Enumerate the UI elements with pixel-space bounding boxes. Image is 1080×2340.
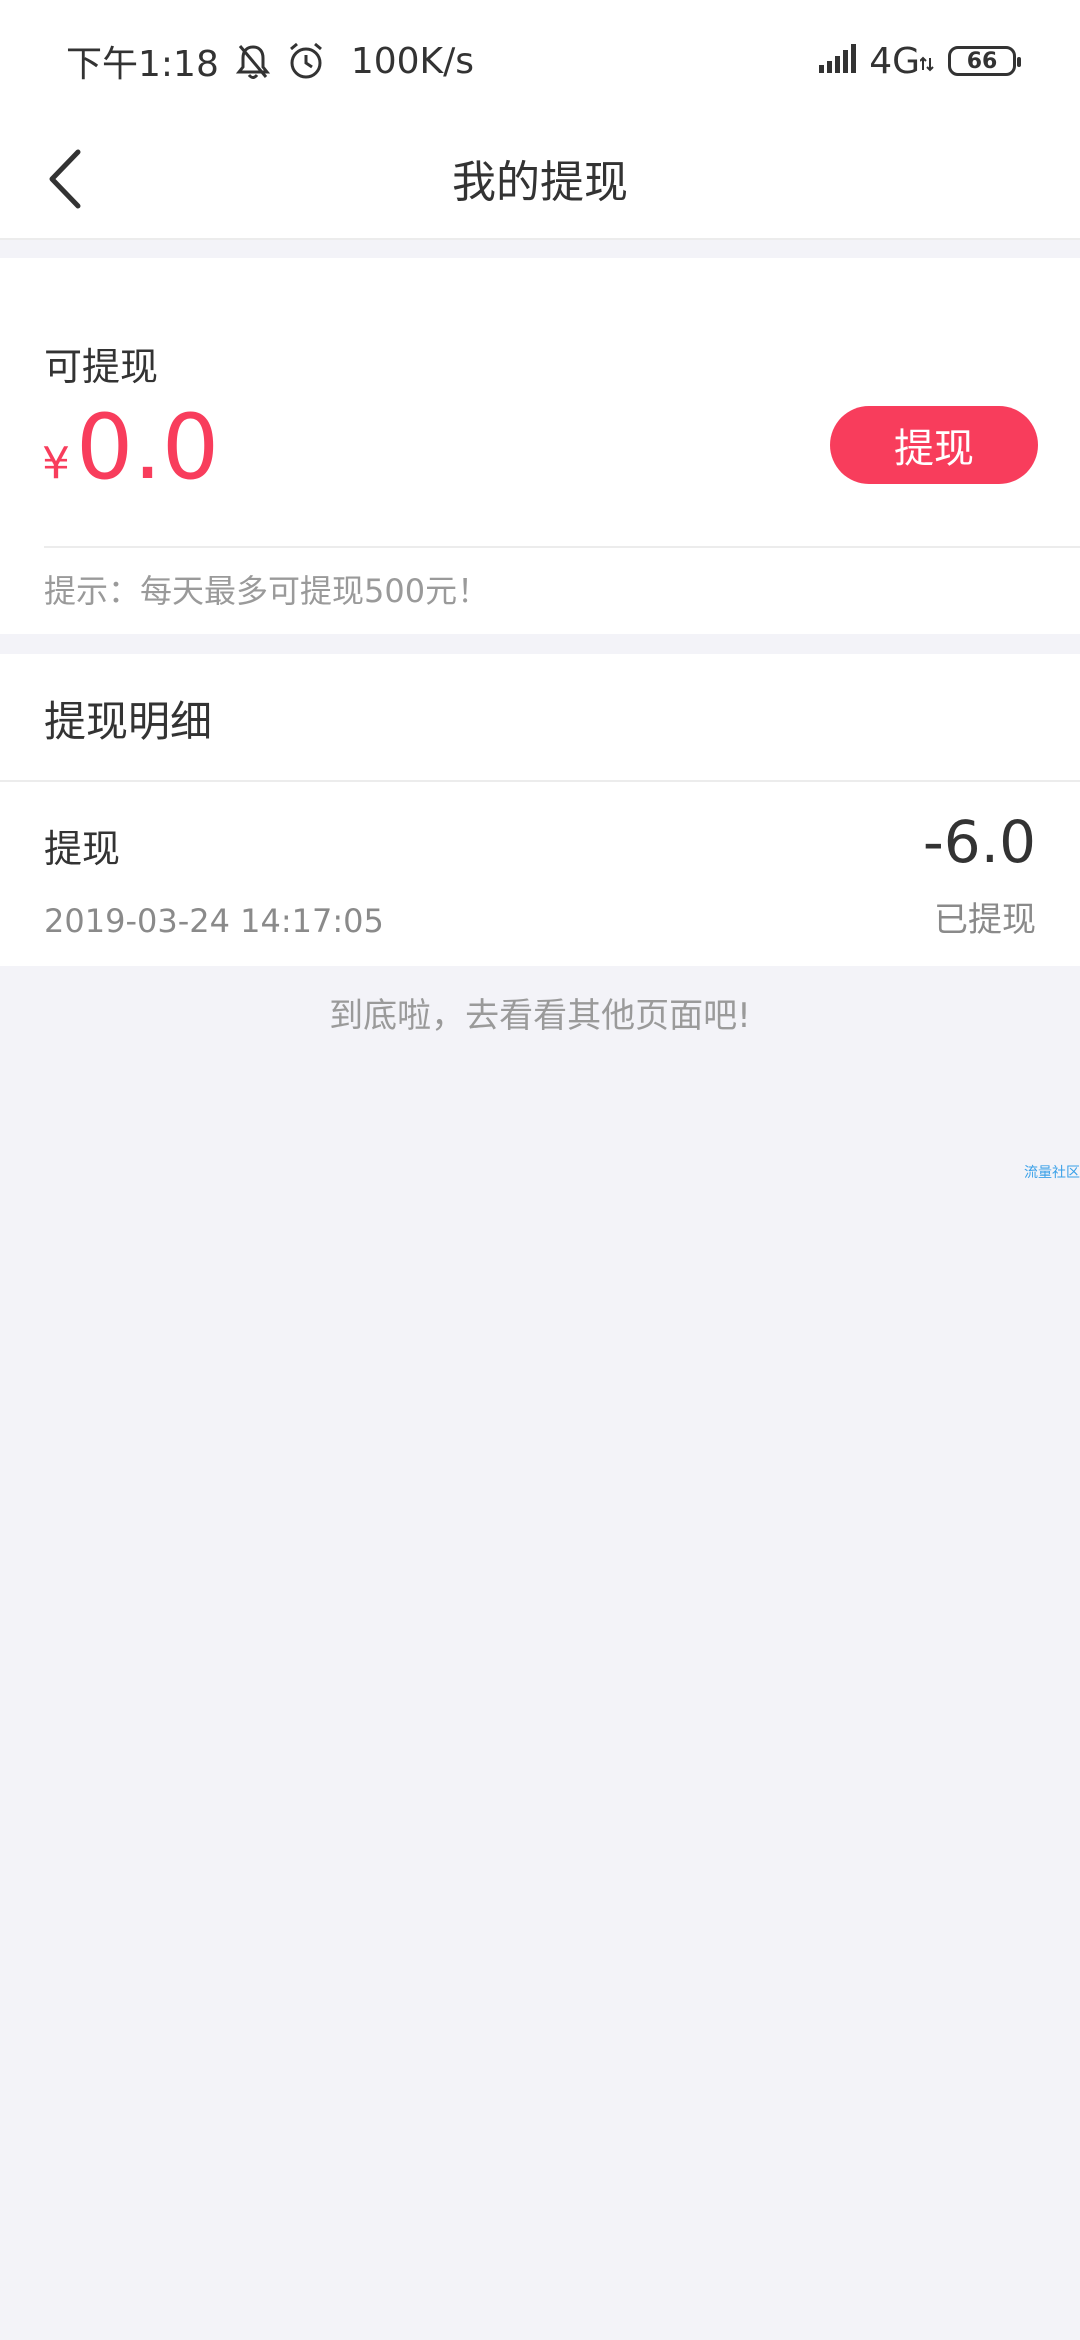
currency-symbol: ¥ <box>42 438 70 489</box>
status-bar: 下午1:18 100K/s 4G 66 <box>0 0 1080 118</box>
bell-muted-icon <box>235 41 271 81</box>
balance-value: 0.0 <box>76 395 220 500</box>
withdraw-tip: 提示：每天最多可提现500元！ <box>44 572 490 610</box>
list-item[interactable]: 提现 2019-03-24 14:17:05 -6.0 已提现 <box>0 782 1080 966</box>
divider <box>44 546 1080 548</box>
status-time: 下午1:18 <box>66 44 219 85</box>
signal-icon <box>819 41 861 82</box>
status-right: 4G 66 <box>819 36 1021 86</box>
balance-card: 可提现 ¥ 0.0 提现 提示：每天最多可提现500元！ <box>0 258 1080 634</box>
record-name: 提现 <box>44 827 121 871</box>
network-label: 4G <box>869 40 920 82</box>
record-status: 已提现 <box>934 900 1036 940</box>
data-arrows-icon <box>920 56 934 72</box>
battery-icon: 66 <box>948 46 1021 76</box>
status-left: 下午1:18 100K/s <box>66 36 474 86</box>
record-amount: -6.0 <box>922 808 1036 876</box>
watermark: 流量社区 <box>1024 1165 1080 1181</box>
balance-label: 可提现 <box>44 345 159 389</box>
detail-title: 提现明细 <box>44 697 213 746</box>
end-of-list-text: 到底啦，去看看其他页面吧! <box>329 996 751 1036</box>
network-speed: 100K/s <box>350 40 475 82</box>
page-title: 我的提现 <box>452 157 628 208</box>
detail-header: 提现明细 <box>0 654 1080 782</box>
withdraw-button[interactable]: 提现 <box>830 406 1038 484</box>
record-time: 2019-03-24 14:17:05 <box>44 902 384 940</box>
battery-level: 66 <box>966 48 998 74</box>
alarm-icon <box>287 41 325 81</box>
balance-amount: ¥ 0.0 <box>42 398 219 498</box>
nav-bar: 我的提现 <box>0 118 1080 240</box>
network-type: 4G <box>869 41 934 82</box>
